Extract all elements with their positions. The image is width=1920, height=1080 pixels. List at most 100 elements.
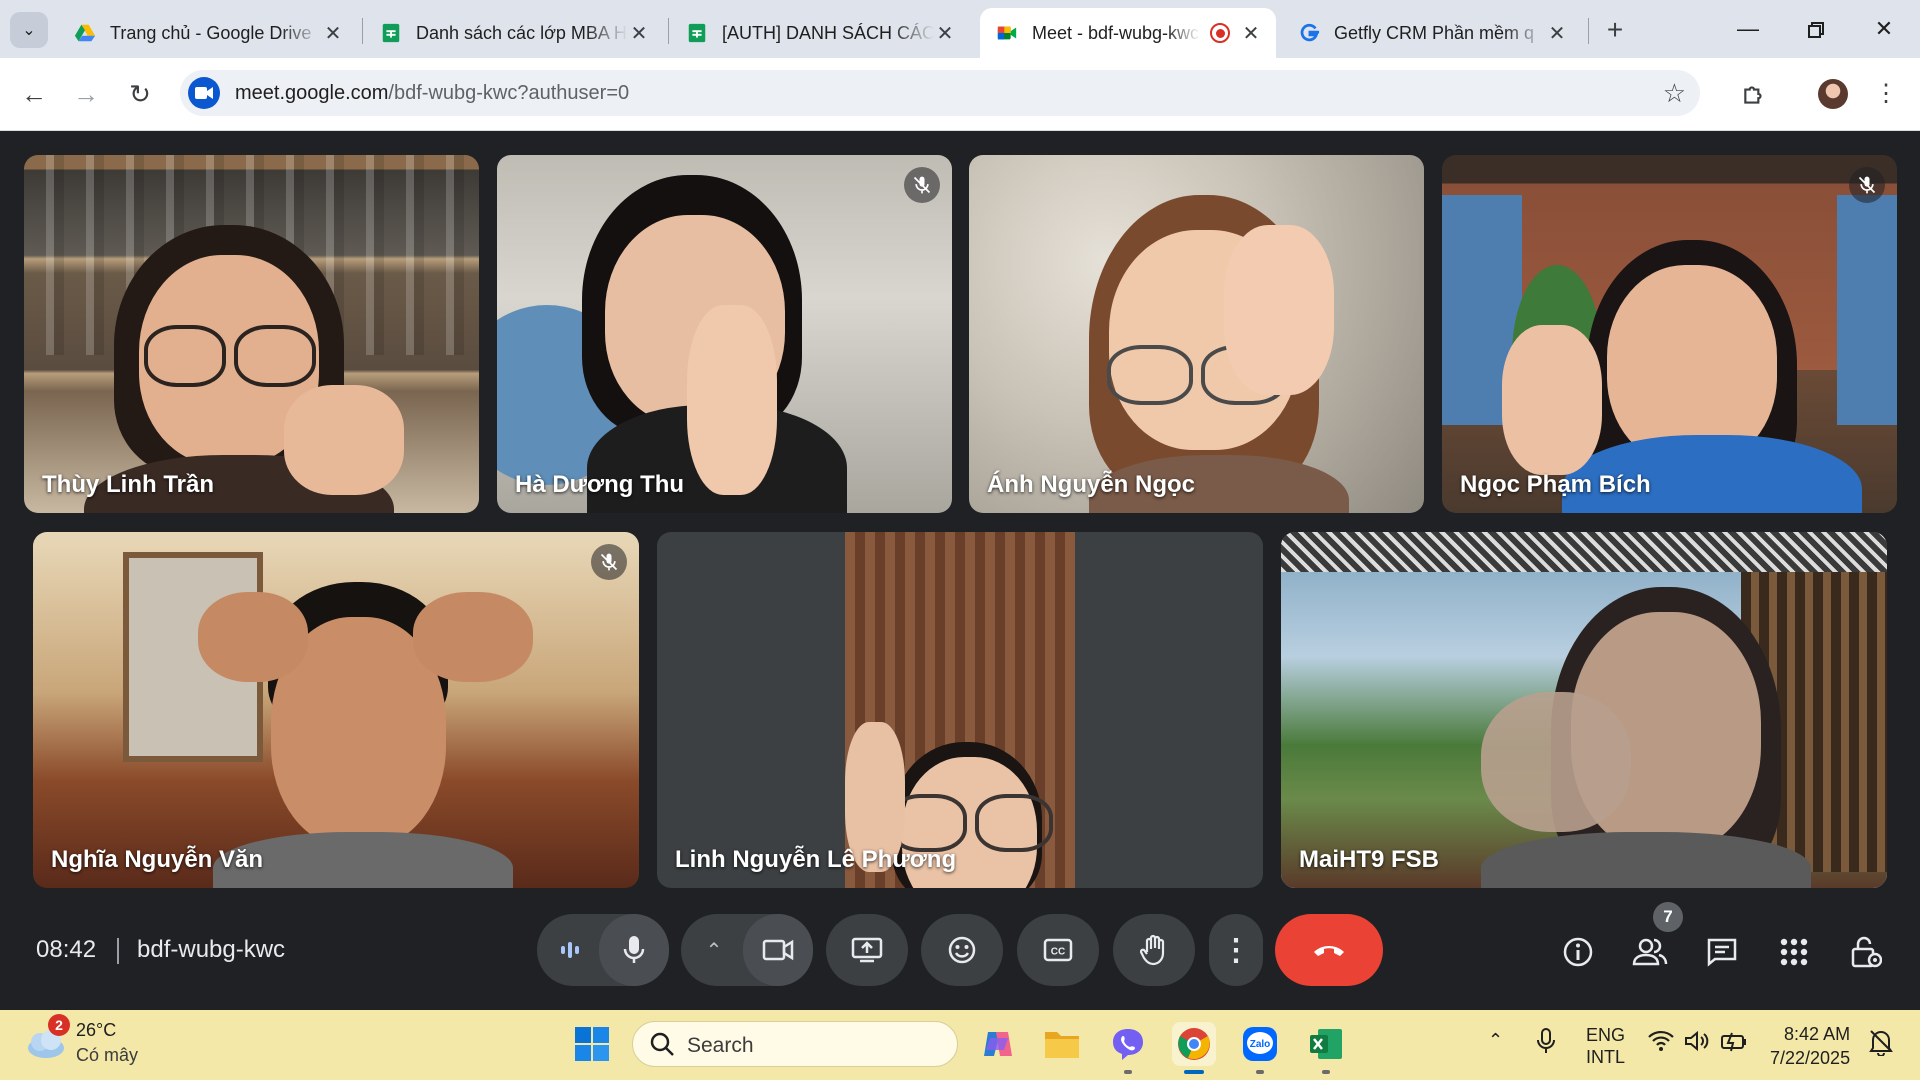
forward-button[interactable]: → [66,74,106,114]
google-drive-icon [74,24,96,42]
window-right [1837,195,1897,425]
browser-tab-strip: ⌄ Trang chủ - Google Drive ✕ Danh sách c… [0,0,1920,58]
tab-search-button[interactable]: ⌄ [10,12,48,48]
zalo-icon: Zalo [1243,1027,1277,1061]
captions-button[interactable]: CC [1017,914,1099,986]
notifications-button[interactable] [1868,1028,1894,1061]
video-camera-icon [195,87,213,99]
chrome-app[interactable] [1172,1022,1216,1074]
person-hand [284,385,404,495]
site-info-icon[interactable] [188,77,220,109]
getfly-icon [1300,23,1320,42]
url-path: /bdf-wubg-kwc?authuser=0 [388,82,630,104]
restore-button[interactable] [1792,10,1840,48]
tab-getfly-crm[interactable]: Getfly CRM Phần mềm q ✕ [1282,8,1582,58]
tab-title: Trang chủ - Google Drive [110,22,312,43]
reactions-button[interactable] [921,914,1003,986]
google-sheets-icon [382,23,400,43]
participant-tile-ha-duong-thu[interactable]: Hà Dương Thu [497,155,952,513]
participant-tile-linh-nguyen-le-phuong[interactable]: Linh Nguyễn Lê Phương [657,532,1263,888]
browser-menu-button[interactable]: ⋮ [1864,72,1908,116]
close-icon[interactable]: ✕ [1240,21,1262,46]
meeting-code: bdf-wubg-kwc [137,936,286,963]
windows-logo-icon [575,1027,609,1061]
tab-google-meet[interactable]: Meet - bdf-wubg-kwc ✕ [980,8,1276,58]
tab-title: Getfly CRM Phần mềm q [1334,22,1535,43]
close-window-button[interactable]: ✕ [1860,10,1908,48]
meeting-details-button[interactable] [1554,928,1602,976]
chat-icon [1707,938,1737,967]
copilot-app[interactable] [976,1022,1020,1066]
input-language-indicator[interactable]: ENG INTL [1586,1024,1625,1068]
participant-tile-anh-nguyen-ngoc[interactable]: Ánh Nguyễn Ngọc [969,155,1424,513]
camera-options-button[interactable]: ⌃ [681,914,747,986]
weather-temperature: 26°C [76,1020,117,1040]
tab-title: [AUTH] DANH SÁCH CÁC [722,22,934,43]
zalo-app[interactable]: Zalo [1238,1022,1282,1074]
camera-button[interactable] [743,914,813,986]
excel-app[interactable] [1304,1022,1348,1074]
chevron-down-icon: ⌄ [22,22,36,39]
participant-tile-nghia-nguyen-van[interactable]: Nghĩa Nguyễn Văn [33,532,639,888]
meet-control-bar: 08:42 bdf-wubg-kwc ⌃ CC ⋮ [0,900,1920,1010]
bookmark-star-icon[interactable]: ☆ [1663,78,1686,109]
start-button[interactable] [570,1022,614,1066]
raise-hand-button[interactable] [1113,914,1195,986]
running-indicator [1124,1070,1132,1074]
close-icon[interactable]: ✕ [628,21,650,46]
file-explorer-app[interactable] [1040,1022,1084,1066]
glasses [1107,345,1193,405]
viber-app[interactable] [1106,1022,1150,1074]
system-clock[interactable]: 8:42 AM 7/22/2025 [1770,1022,1850,1070]
network-button[interactable] [1648,1030,1674,1057]
arrow-left-icon: ← [21,79,47,109]
chevron-up-icon: ⌃ [705,939,723,962]
show-hidden-icons-button[interactable]: ⌃ [1488,1030,1503,1051]
extensions-button[interactable] [1732,72,1776,116]
close-icon[interactable]: ✕ [1546,21,1568,46]
tab-separator [1588,18,1589,44]
chrome-icon [1178,1028,1210,1060]
reload-button[interactable]: ↻ [120,74,160,114]
url-host: meet.google.com [235,82,389,104]
battery-button[interactable] [1720,1030,1748,1057]
minimize-button[interactable]: — [1724,10,1772,48]
chat-button[interactable] [1698,928,1746,976]
taskbar-search-box[interactable]: Search [632,1021,958,1067]
new-tab-button[interactable]: + [1598,14,1632,48]
tab-mba-sheet[interactable]: Danh sách các lớp MBA H ✕ [364,8,664,58]
wifi-icon [1648,1030,1674,1051]
emoji-icon [948,936,976,964]
participant-tile-thuy-linh-tran[interactable]: Thùy Linh Trần [24,155,479,513]
participant-tile-maiht9-fsb[interactable]: MaiHT9 FSB [1281,532,1887,888]
lattice-pattern [1281,532,1887,572]
volume-button[interactable] [1684,1030,1710,1057]
microphone-button[interactable] [599,914,669,986]
tab-google-drive[interactable]: Trang chủ - Google Drive ✕ [58,8,358,58]
muted-mic-icon [591,544,627,580]
chevron-up-icon: ⌃ [1488,1030,1504,1050]
host-controls-button[interactable] [1842,928,1890,976]
profile-avatar[interactable] [1818,79,1848,109]
close-icon[interactable]: ✕ [322,21,344,46]
present-screen-button[interactable] [826,914,908,986]
tab-separator [668,18,669,44]
closed-captions-icon: CC [1043,938,1073,962]
close-icon[interactable]: ✕ [934,21,956,46]
activities-button[interactable] [1770,928,1818,976]
more-options-button[interactable]: ⋮ [1209,914,1263,986]
participant-tile-ngoc-pham-bich[interactable]: Ngọc Phạm Bích [1442,155,1897,513]
back-button[interactable]: ← [14,74,54,114]
address-bar[interactable]: meet.google.com/bdf-wubg-kwc?authuser=0 … [180,70,1700,116]
browser-toolbar: ← → ↻ meet.google.com/bdf-wubg-kwc?authu… [0,58,1920,131]
language-code: ENG [1586,1025,1626,1045]
audio-level-button[interactable] [537,914,603,986]
microphone-tray-button[interactable] [1536,1027,1556,1060]
divider [117,938,119,964]
tab-auth-sheet[interactable]: [AUTH] DANH SÁCH CÁC ✕ [670,8,970,58]
info-icon [1563,937,1593,967]
puzzle-icon [1744,86,1762,104]
people-button[interactable] [1626,928,1674,976]
leave-call-button[interactable] [1275,914,1383,986]
mic-control-group [537,914,669,986]
